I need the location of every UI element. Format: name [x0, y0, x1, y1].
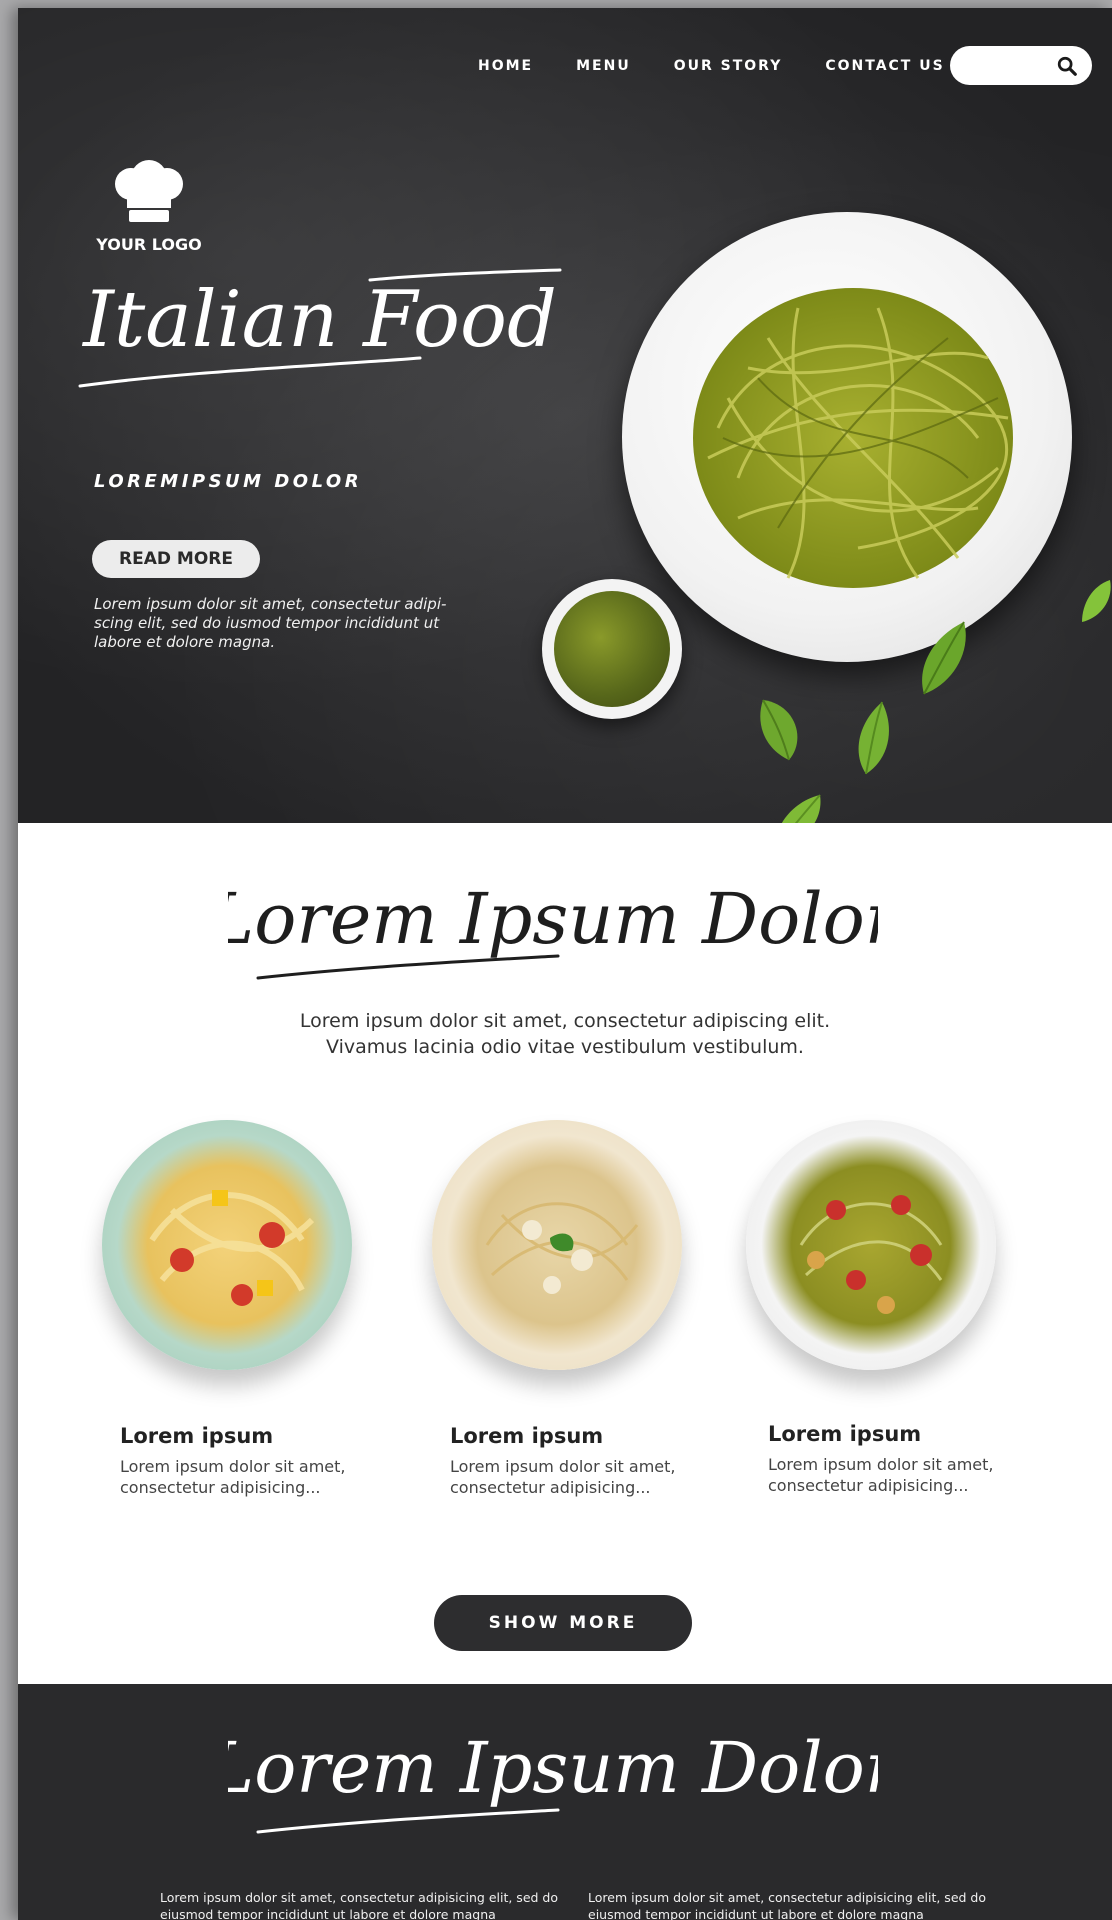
- dish-title: Lorem ipsum: [768, 1422, 922, 1446]
- nav-contact-us[interactable]: CONTACT US: [825, 58, 944, 74]
- hero-subtitle: LOREMIPSUM DOLOR: [94, 471, 363, 492]
- basil-leaf-icon: [858, 701, 889, 775]
- basil-leaf-icon: [1082, 580, 1111, 622]
- hero-title-text: Italian Food: [81, 275, 557, 365]
- nav-menu[interactable]: MENU: [576, 58, 631, 74]
- logo[interactable]: YOUR LOGO: [94, 160, 204, 254]
- zucchini-pasta-image: [799, 1195, 943, 1314]
- show-more-button[interactable]: SHOW MORE: [434, 1595, 692, 1651]
- section-description-line1: Lorem ipsum dolor sit amet, consectetur …: [299, 1010, 831, 1032]
- search-icon[interactable]: [1056, 55, 1078, 77]
- section-title: Lorem Ipsum Dolor: [228, 878, 878, 980]
- footer-text-left: Lorem ipsum dolor sit amet, consectetur …: [160, 1890, 558, 1920]
- section-description-line2: Vivamus lacinia odio vitae vestibulum ve…: [326, 1036, 804, 1058]
- dish-card-3[interactable]: Lorem ipsum Lorem ipsum dolor sit amet, …: [746, 1120, 1046, 1496]
- basil-leaf-icon: [922, 621, 966, 695]
- dish-image-chicken-pasta: [432, 1120, 682, 1370]
- dish-card-1[interactable]: Lorem ipsum Lorem ipsum dolor sit amet, …: [102, 1120, 402, 1498]
- page-frame: HOME MENU OUR STORY CONTACT US YOUR LOGO: [18, 8, 1112, 1920]
- hero-description: Lorem ipsum dolor sit amet, consectetur …: [94, 595, 447, 651]
- dish-title: Lorem ipsum: [450, 1424, 604, 1448]
- hero-title: Italian Food: [78, 268, 562, 388]
- basil-leaf-icon: [760, 699, 798, 761]
- dish-title: Lorem ipsum: [120, 1424, 274, 1448]
- pesto-bowl: [542, 579, 682, 719]
- read-more-button[interactable]: READ MORE: [92, 540, 260, 578]
- footer-text-right: Lorem ipsum dolor sit amet, consectetur …: [588, 1890, 986, 1920]
- pesto-sauce: [554, 591, 670, 707]
- section-title-text: Lorem Ipsum Dolor: [228, 878, 878, 960]
- footer-title: Lorem Ipsum Dolor: [228, 1727, 878, 1834]
- chicken-pasta-image: [485, 1202, 639, 1294]
- dish-image-zucchini-pasta: [746, 1120, 996, 1370]
- footer: Lorem Ipsum Dolor Lorem ipsum dolor sit …: [18, 1684, 1112, 1920]
- search-input[interactable]: [964, 46, 1064, 85]
- dish-text: Lorem ipsum dolor sit amet, consectetur …: [768, 1455, 994, 1495]
- logo-text: YOUR LOGO: [96, 235, 202, 254]
- spaghetti-image: [693, 288, 1013, 588]
- basil-leaf-icon: [782, 794, 821, 823]
- footer-title-text: Lorem Ipsum Dolor: [228, 1727, 878, 1809]
- chef-hat-icon: [115, 160, 183, 222]
- hero-section: HOME MENU OUR STORY CONTACT US YOUR LOGO: [18, 8, 1112, 823]
- main-nav: HOME MENU OUR STORY CONTACT US: [478, 58, 945, 74]
- nav-home[interactable]: HOME: [478, 58, 533, 74]
- tagliatelle-image: [149, 1190, 315, 1306]
- nav-our-story[interactable]: OUR STORY: [674, 58, 783, 74]
- dish-card-2[interactable]: Lorem ipsum Lorem ipsum dolor sit amet, …: [432, 1120, 732, 1498]
- dish-text: Lorem ipsum dolor sit amet, consectetur …: [450, 1457, 676, 1497]
- dish-image-tagliatelle: [102, 1120, 352, 1370]
- dish-text: Lorem ipsum dolor sit amet, consectetur …: [120, 1457, 346, 1497]
- section-description: Lorem ipsum dolor sit amet, consectetur …: [18, 1008, 1112, 1060]
- search-box: [950, 46, 1092, 85]
